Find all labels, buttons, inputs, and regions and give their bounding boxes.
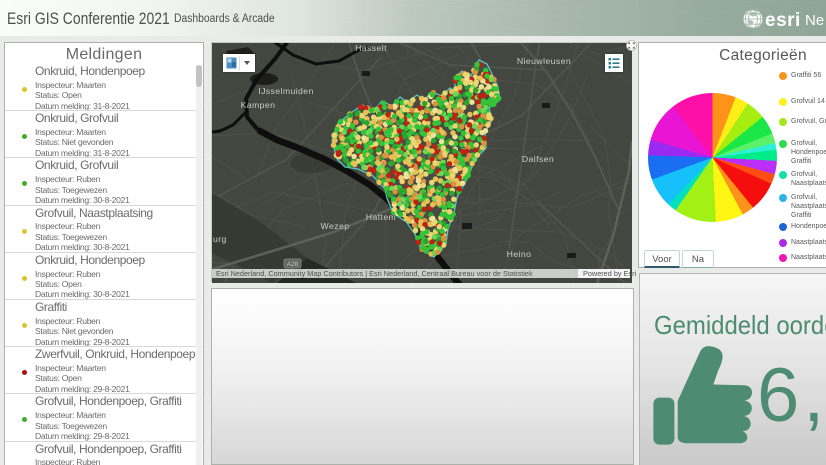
svg-text:Kampen: Kampen (241, 100, 276, 110)
svg-text:Hasselt: Hasselt (355, 43, 387, 53)
svg-text:A28: A28 (287, 261, 299, 268)
svg-text:IJsselmuiden: IJsselmuiden (258, 86, 314, 96)
svg-text:Dalfsen: Dalfsen (522, 154, 554, 164)
svg-text:Wezep: Wezep (321, 221, 350, 231)
svg-text:Ne: Ne (805, 12, 824, 29)
svg-text:Nieuwleusen: Nieuwleusen (517, 56, 571, 66)
svg-text:urg: urg (213, 234, 227, 244)
svg-text:Heino: Heino (507, 249, 532, 259)
svg-text:esri: esri (765, 10, 801, 31)
